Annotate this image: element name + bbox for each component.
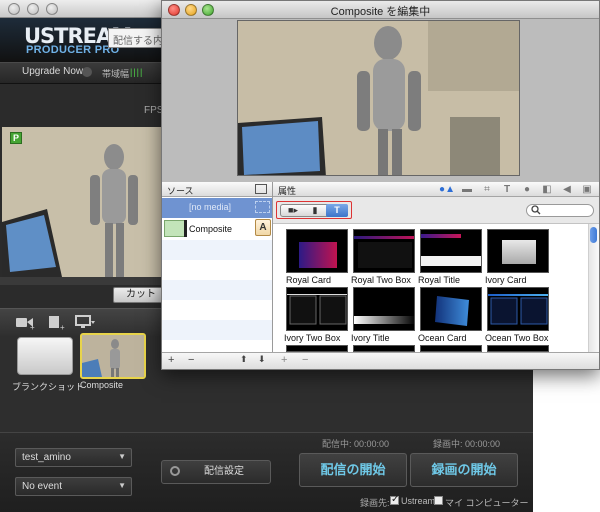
program-preview — [2, 127, 162, 277]
empty-source-row — [162, 240, 272, 260]
add-source-button[interactable]: + — [168, 354, 174, 366]
template-royal-two-box[interactable] — [353, 229, 415, 273]
composite-color-swatch — [164, 220, 186, 237]
template-royal-title[interactable] — [420, 229, 482, 273]
composite-shot-label: Composite — [80, 380, 124, 390]
preview-indicator-badge: P — [10, 132, 22, 144]
chevron-down-icon: ▼ — [118, 481, 126, 490]
template-ocean-two-box[interactable] — [487, 287, 549, 331]
audio-tab-icon[interactable]: ◀ — [558, 184, 576, 197]
bandwidth-label: 帯域幅 — [102, 69, 130, 79]
camera-icon[interactable]: ■▸ — [282, 204, 304, 217]
blank-shot-label: ブランクショット — [12, 382, 85, 392]
template-label: Ocean Card — [418, 333, 467, 343]
person-tab-icon[interactable]: ● — [518, 184, 536, 197]
remove-attribute-button[interactable]: − — [302, 354, 308, 366]
attributes-header-label: 属性 — [278, 186, 297, 196]
upgrade-now-button[interactable]: Upgrade Now — [22, 66, 83, 77]
channel-select-value: test_amino — [22, 452, 71, 463]
start-record-button[interactable]: 録画の開始 — [410, 453, 518, 487]
stream-elapsed-time: 配信中: 00:00:00 — [322, 439, 390, 449]
broadcast-settings-label: 配信設定 — [204, 466, 244, 477]
template-label: Ivory Two Box — [284, 333, 341, 343]
template-label: Royal Two Box — [351, 275, 411, 285]
channel-select[interactable]: test_amino ▼ — [15, 448, 132, 467]
template-ocean-card[interactable] — [420, 287, 482, 331]
sources-header-label: ソース — [167, 186, 194, 196]
composite-editor-window: Composite を編集中 ソース [no media] Composite … — [161, 0, 600, 370]
layout-tab-icon[interactable]: ◧ — [538, 184, 556, 197]
composite-shot-thumbnail[interactable] — [80, 333, 146, 379]
ustream-destination-label: Ustream — [401, 496, 436, 506]
svg-text:+: + — [60, 323, 65, 330]
source-no-media-label: [no media] — [189, 202, 232, 212]
template-scrollbar[interactable] — [588, 224, 599, 352]
text-layer-icon[interactable]: A — [255, 219, 271, 236]
add-camera-shot-icon[interactable]: + — [14, 314, 36, 332]
computer-destination-label: マイ コンピューター — [445, 498, 529, 508]
sources-panel-toggle-icon[interactable] — [255, 184, 267, 194]
broadcast-title-input[interactable]: 配信する内容 — [108, 28, 168, 48]
template-ivory-title[interactable] — [353, 287, 415, 331]
template-label: Ivory Card — [485, 275, 527, 285]
template-partial[interactable] — [286, 345, 348, 352]
template-partial[interactable] — [487, 345, 549, 352]
sources-footer — [162, 352, 273, 369]
template-royal-card[interactable] — [286, 229, 348, 273]
editor-preview-image — [238, 21, 519, 175]
video-tab-icon[interactable]: ▬ — [458, 184, 476, 197]
bandwidth-meter: |||| — [130, 67, 144, 77]
empty-source-row — [162, 320, 272, 340]
move-up-button[interactable]: ⬆ — [240, 354, 248, 365]
record-destination-label: 録画先: — [360, 498, 390, 508]
template-label: Ivory Title — [351, 333, 390, 343]
template-ivory-card[interactable] — [487, 229, 549, 273]
move-down-button[interactable]: ⬇ — [258, 354, 266, 365]
source-drop-target — [255, 201, 270, 213]
producer-minimize-button[interactable] — [27, 3, 39, 15]
checkmark-icon: ✓ — [391, 494, 400, 505]
add-attribute-button[interactable]: + — [281, 354, 287, 366]
producer-pro-logo: PRODUCER PRO — [26, 44, 120, 56]
computer-destination-checkbox[interactable] — [434, 496, 443, 505]
shapes-tab-icon[interactable]: ●▲ — [438, 184, 456, 197]
text-segment-button[interactable]: T — [326, 204, 348, 217]
chevron-down-icon: ▼ — [118, 452, 126, 461]
template-partial[interactable] — [420, 345, 482, 352]
template-partial[interactable] — [353, 345, 415, 352]
source-composite-label: Composite — [189, 224, 233, 234]
blank-shot-thumbnail[interactable] — [17, 337, 73, 375]
producer-close-button[interactable] — [8, 3, 20, 15]
editor-title: Composite を編集中 — [330, 6, 431, 18]
add-media-shot-icon[interactable]: + — [45, 314, 67, 332]
composite-swatch-bar — [184, 220, 187, 237]
crop-tab-icon[interactable]: ⌗ — [478, 184, 496, 197]
empty-source-row — [162, 280, 272, 300]
add-screen-shot-icon[interactable] — [74, 314, 96, 330]
template-ivory-two-box[interactable] — [286, 287, 348, 331]
template-label: Royal Card — [286, 275, 332, 285]
template-label: Royal Title — [418, 275, 461, 285]
record-elapsed-time: 録画中: 00:00:00 — [433, 439, 501, 449]
svg-text:+: + — [30, 323, 35, 330]
start-stream-button[interactable]: 配信の開始 — [299, 453, 407, 487]
preview-scene-image — [2, 127, 162, 277]
editor-video-preview — [237, 20, 520, 176]
attributes-footer — [273, 352, 599, 369]
template-label: Ocean Two Box — [485, 333, 549, 343]
composite-shot-image — [82, 335, 144, 377]
gear-icon — [170, 466, 180, 476]
producer-zoom-button[interactable] — [46, 3, 58, 15]
remove-source-button[interactable]: − — [188, 354, 194, 366]
template-scrollbar-thumb[interactable] — [590, 227, 597, 243]
file-icon[interactable]: ▮ — [304, 204, 326, 217]
event-select-value: No event — [22, 481, 63, 492]
text-tab-icon[interactable]: T — [498, 184, 516, 197]
settings-tab-icon[interactable]: ▣ — [578, 184, 596, 197]
event-select[interactable]: No event ▼ — [15, 477, 132, 496]
upgrade-info-icon[interactable] — [82, 67, 92, 77]
search-icon — [531, 204, 541, 218]
